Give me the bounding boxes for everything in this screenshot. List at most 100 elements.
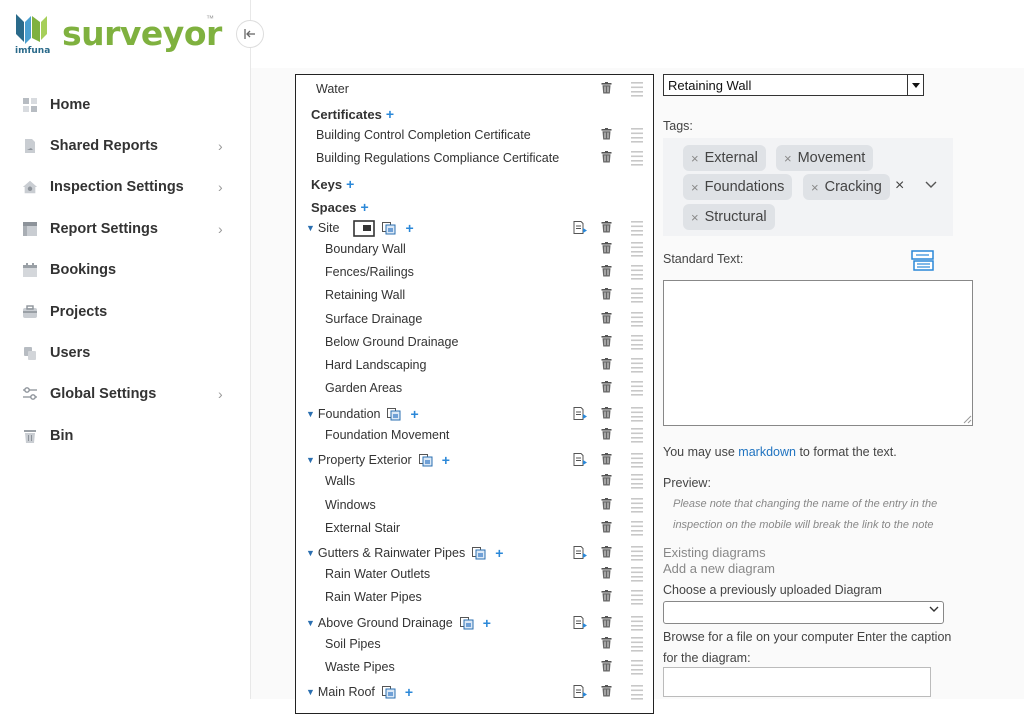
copy-icon[interactable]	[381, 685, 397, 699]
tag-remove-icon[interactable]: ×	[691, 180, 699, 195]
add-icon[interactable]: +	[442, 452, 450, 468]
sidebar-item-bookings[interactable]: Bookings	[0, 250, 251, 291]
image-icon[interactable]	[353, 219, 376, 237]
trash-icon[interactable]	[601, 660, 612, 675]
tag-chip[interactable]: × Cracking	[803, 174, 890, 200]
drag-handle-icon[interactable]	[631, 311, 643, 330]
tag-chip[interactable]: × Structural	[683, 204, 775, 230]
tree-space[interactable]: ▼ Above Ground Drainage +	[296, 612, 653, 634]
copy-icon[interactable]	[418, 453, 434, 467]
trash-icon[interactable]	[601, 288, 612, 303]
caret-down-icon[interactable]: ▼	[306, 223, 315, 233]
tree-item[interactable]: Below Ground Drainage	[296, 331, 653, 353]
drag-handle-icon[interactable]	[631, 589, 643, 608]
drag-handle-icon[interactable]	[631, 406, 643, 425]
diagram-caption-input[interactable]	[663, 667, 931, 697]
drag-handle-icon[interactable]	[631, 473, 643, 492]
drag-handle-icon[interactable]	[631, 497, 643, 516]
add-icon[interactable]: +	[386, 106, 394, 122]
tree-item[interactable]: Windows	[296, 494, 653, 516]
trash-icon[interactable]	[601, 358, 612, 373]
trash-icon[interactable]	[601, 407, 612, 422]
tree-item[interactable]: Rain Water Pipes	[296, 586, 653, 608]
report-doc-icon[interactable]	[573, 616, 587, 632]
tree-section[interactable]: Certificates +	[296, 103, 653, 125]
tree-space[interactable]: ▼ Site +	[296, 217, 653, 239]
standard-text-area[interactable]	[663, 280, 973, 426]
copy-icon[interactable]	[459, 616, 475, 630]
add-icon[interactable]: +	[495, 545, 503, 561]
tree-item[interactable]: External Stair	[296, 517, 653, 539]
drag-handle-icon[interactable]	[631, 127, 643, 146]
trash-icon[interactable]	[601, 453, 612, 468]
drag-handle-icon[interactable]	[631, 81, 643, 100]
add-icon[interactable]: +	[405, 684, 413, 700]
trash-icon[interactable]	[601, 151, 612, 166]
trash-icon[interactable]	[601, 82, 612, 97]
report-doc-icon[interactable]	[573, 546, 587, 562]
trash-icon[interactable]	[601, 381, 612, 396]
add-icon[interactable]: +	[346, 176, 354, 192]
tree-item[interactable]: Fences/Railings	[296, 261, 653, 283]
copy-icon[interactable]	[472, 546, 487, 560]
tree-item[interactable]: Garden Areas	[296, 377, 653, 399]
trash-icon[interactable]	[601, 265, 612, 280]
trash-icon[interactable]	[601, 567, 612, 582]
tree-section[interactable]: Spaces +	[296, 196, 653, 218]
tree-item[interactable]: Walls	[296, 470, 653, 492]
trash-icon[interactable]	[601, 546, 612, 561]
drag-handle-icon[interactable]	[631, 427, 643, 446]
trash-icon[interactable]	[601, 335, 612, 350]
tag-remove-icon[interactable]: ×	[784, 151, 792, 166]
tree-space[interactable]: ▼ Foundation +	[296, 403, 653, 425]
tree-item[interactable]: Surface Drainage	[296, 308, 653, 330]
tree-item[interactable]: Foundation Movement	[296, 424, 653, 446]
tree-item[interactable]: Soil Pipes	[296, 633, 653, 655]
tree-item[interactable]: Boundary Wall	[296, 238, 653, 260]
standard-text-picker-icon[interactable]	[910, 248, 936, 279]
tree-item[interactable]: Retaining Wall	[296, 284, 653, 306]
sidebar-item-inspection-settings[interactable]: Inspection Settings ›	[0, 167, 251, 208]
caret-down-icon[interactable]: ▼	[306, 455, 315, 465]
collapse-sidebar-button[interactable]	[236, 20, 264, 48]
caret-down-icon[interactable]: ▼	[306, 618, 315, 628]
tag-remove-icon[interactable]: ×	[691, 210, 699, 225]
entry-name-dropdown[interactable]	[908, 74, 924, 96]
tree-item[interactable]: Building Control Completion Certificate	[296, 124, 653, 146]
trash-icon[interactable]	[601, 312, 612, 327]
drag-handle-icon[interactable]	[631, 334, 643, 353]
tag-remove-icon[interactable]: ×	[691, 151, 699, 166]
report-doc-icon[interactable]	[573, 453, 587, 469]
entry-name-input[interactable]	[663, 74, 908, 96]
sidebar-item-report-settings[interactable]: Report Settings ›	[0, 208, 251, 249]
tag-chip[interactable]: × External	[683, 145, 766, 171]
trash-icon[interactable]	[601, 637, 612, 652]
drag-handle-icon[interactable]	[631, 220, 643, 239]
trash-icon[interactable]	[601, 498, 612, 513]
markdown-link[interactable]: markdown	[738, 445, 796, 459]
trash-icon[interactable]	[601, 474, 612, 489]
add-icon[interactable]: +	[405, 220, 413, 236]
add-icon[interactable]: +	[361, 199, 369, 215]
trash-icon[interactable]	[601, 428, 612, 443]
tree-space[interactable]: ▼ Main Roof +	[296, 681, 653, 703]
tag-chip[interactable]: × Movement	[776, 145, 874, 171]
drag-handle-icon[interactable]	[631, 545, 643, 564]
sidebar-item-bin[interactable]: Bin	[0, 415, 251, 456]
clear-tags-icon[interactable]: ×	[895, 177, 904, 195]
tag-remove-icon[interactable]: ×	[811, 180, 819, 195]
sidebar-item-home[interactable]: Home	[0, 84, 251, 125]
tags-dropdown-icon[interactable]	[925, 178, 937, 192]
sidebar-item-shared-reports[interactable]: Shared Reports ›	[0, 125, 251, 166]
tree-item[interactable]: Hard Landscaping	[296, 354, 653, 376]
tree-item[interactable]: Waste Pipes	[296, 656, 653, 678]
copy-icon[interactable]	[382, 221, 397, 235]
add-icon[interactable]: +	[483, 615, 491, 631]
report-doc-icon[interactable]	[573, 221, 587, 237]
tree-item[interactable]: Rain Water Outlets	[296, 563, 653, 585]
trash-icon[interactable]	[601, 221, 612, 236]
drag-handle-icon[interactable]	[631, 615, 643, 634]
drag-handle-icon[interactable]	[631, 380, 643, 399]
drag-handle-icon[interactable]	[631, 636, 643, 655]
surveyor-logo[interactable]: surveyor ™ imfuna	[14, 12, 224, 60]
